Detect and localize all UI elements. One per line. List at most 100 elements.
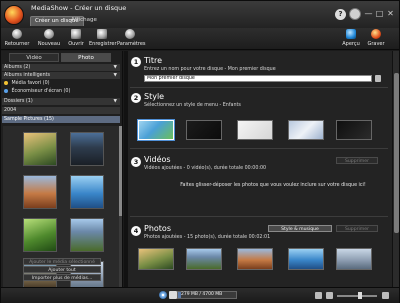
zoom-in-icon[interactable] xyxy=(382,292,389,299)
step-number: 2 xyxy=(131,93,141,103)
monitor-icon xyxy=(4,88,8,93)
open-button[interactable]: Ouvrir xyxy=(65,29,87,47)
burn-label: Graver xyxy=(367,41,385,47)
preview-label: Aperçu xyxy=(342,41,360,47)
maximize-button[interactable]: □ xyxy=(374,8,385,19)
back-arrow-icon xyxy=(12,29,22,39)
tree-favorite-label: Média favori (0) xyxy=(11,81,50,86)
media-scrollbar[interactable] xyxy=(119,126,122,303)
tree-albums-label: Albums (2) xyxy=(4,65,31,70)
trash-icon[interactable] xyxy=(375,75,381,82)
tab-photo[interactable]: Photo xyxy=(61,53,111,62)
play-icon[interactable] xyxy=(169,291,177,299)
media-thumbnail[interactable] xyxy=(70,218,104,252)
tab-video[interactable]: Vidéo xyxy=(9,53,59,62)
media-thumbnail[interactable] xyxy=(23,132,57,166)
fit-view-icon[interactable] xyxy=(315,292,322,299)
menu-style-thumbnail[interactable] xyxy=(138,120,174,140)
tree-year-label: 2004 xyxy=(4,108,17,113)
media-thumbnail[interactable] xyxy=(23,218,57,252)
chevron-down-icon: ▼ xyxy=(113,73,117,78)
app-window: MediaShow - Créer un disque Créer un dis… xyxy=(0,0,400,303)
settings-label: Paramètres xyxy=(117,41,146,47)
added-photo-thumbnail[interactable] xyxy=(138,248,174,270)
zoom-slider-knob[interactable] xyxy=(358,292,362,299)
new-label: Nouveau xyxy=(37,41,61,47)
tab-affichage[interactable]: Affichage xyxy=(67,16,101,26)
chevron-down-icon: ▼ xyxy=(113,65,117,70)
menu-style-thumbnail[interactable] xyxy=(288,120,324,140)
tree-year-2004[interactable]: 2004 xyxy=(2,107,120,114)
style-music-button[interactable]: Style & musique xyxy=(268,225,332,232)
capacity-text: 279 MB / 4700 MB xyxy=(181,292,223,297)
tree-smart-albums-label: Albums intelligents xyxy=(4,73,51,78)
delete-photos-button[interactable]: Supprimer xyxy=(336,225,378,232)
scroll-thumb[interactable] xyxy=(394,73,399,233)
chevron-down-icon: ▼ xyxy=(113,99,117,104)
save-disk-icon xyxy=(97,29,107,39)
burn-button[interactable]: Graver xyxy=(367,29,385,47)
tree-sample-pictures-label: Sample Pictures (15) xyxy=(4,117,54,122)
star-icon xyxy=(4,80,8,85)
import-more-media-button[interactable]: Importer plus de médias... xyxy=(23,274,101,281)
gear-icon xyxy=(125,29,135,39)
window-title: MediaShow - Créer un disque xyxy=(31,4,127,12)
added-photo-thumbnail[interactable] xyxy=(288,248,324,270)
new-button[interactable]: Nouveau xyxy=(37,29,61,47)
disc-builder-panel: 1 Titre Entrez un nom pour votre disque … xyxy=(128,51,392,287)
back-label: Retourner xyxy=(4,41,30,47)
tree-screensaver-label: Économiseur d'écran (0) xyxy=(11,89,71,94)
added-photo-thumbnail[interactable] xyxy=(186,248,222,270)
main-scrollbar[interactable] xyxy=(392,51,399,287)
status-bar: 279 MB / 4700 MB xyxy=(1,287,399,303)
media-thumbnail[interactable] xyxy=(23,175,57,209)
tree-screensaver[interactable]: Économiseur d'écran (0) xyxy=(2,88,120,95)
close-button[interactable]: ✕ xyxy=(385,8,396,19)
menu-style-thumbnail[interactable] xyxy=(186,120,222,140)
section-subtitle-videos: Vidéos ajoutées - 0 vidéo(s), durée tota… xyxy=(144,166,267,171)
disc-icon[interactable] xyxy=(159,291,167,299)
save-button[interactable]: Enregistrer xyxy=(89,29,117,47)
step-number: 3 xyxy=(131,157,141,167)
tree-sample-pictures[interactable]: Sample Pictures (15) xyxy=(2,116,120,123)
section-subtitle-titre: Entrez un nom pour votre disque - Mon pr… xyxy=(144,67,276,72)
section-subtitle-style: Sélectionnez un style de menu - Enfants xyxy=(144,103,241,108)
divider xyxy=(130,148,388,149)
scroll-thumb[interactable] xyxy=(119,126,122,216)
drop-hint-text: Faites glisser-déposer les photos que vo… xyxy=(180,183,366,188)
tree-folders-label: Dossiers (1) xyxy=(4,99,33,104)
media-library-panel: Vidéo Photo Albums (2) ▼ Albums intellig… xyxy=(1,51,123,303)
help-icon[interactable]: ? xyxy=(335,9,346,20)
added-photo-thumbnail[interactable] xyxy=(237,248,273,270)
divider xyxy=(130,216,388,217)
tree-smart-albums[interactable]: Albums intelligents ▼ xyxy=(2,72,120,79)
divider xyxy=(130,87,388,88)
media-thumbnail[interactable] xyxy=(70,132,104,166)
disc-title-input[interactable] xyxy=(144,75,372,82)
minimize-button[interactable]: — xyxy=(363,8,374,19)
settings-button[interactable]: Paramètres xyxy=(117,29,146,47)
section-title-style: Style xyxy=(144,92,165,101)
zoom-out-icon[interactable] xyxy=(326,292,333,299)
new-plus-icon xyxy=(44,29,54,39)
menu-style-thumbnail[interactable] xyxy=(237,120,273,140)
add-selected-media-button[interactable]: Ajouter le média sélectionné xyxy=(23,258,101,265)
add-all-button[interactable]: Ajouter tout xyxy=(23,266,101,273)
tree-folders[interactable]: Dossiers (1) ▼ xyxy=(2,98,120,105)
menu-style-thumbnail[interactable] xyxy=(336,120,372,140)
mediashow-logo-icon[interactable] xyxy=(4,5,24,25)
added-photo-thumbnail[interactable] xyxy=(336,248,372,270)
section-subtitle-photos: Photos ajoutées - 15 photo(s), durée tot… xyxy=(144,235,271,240)
zoom-slider[interactable] xyxy=(337,295,377,297)
user-account-icon[interactable] xyxy=(349,8,361,20)
preview-button[interactable]: Aperçu xyxy=(342,29,360,47)
back-button[interactable]: Retourner xyxy=(4,29,30,47)
delete-videos-button[interactable]: Supprimer xyxy=(336,157,378,164)
step-number: 4 xyxy=(131,226,141,236)
tree-albums[interactable]: Albums (2) ▼ xyxy=(2,64,120,71)
open-label: Ouvrir xyxy=(68,41,84,47)
media-thumbnail[interactable] xyxy=(70,175,104,209)
preview-play-icon xyxy=(346,29,356,39)
tree-favorite-media[interactable]: Média favori (0) xyxy=(2,80,120,87)
step-number: 1 xyxy=(131,57,141,67)
